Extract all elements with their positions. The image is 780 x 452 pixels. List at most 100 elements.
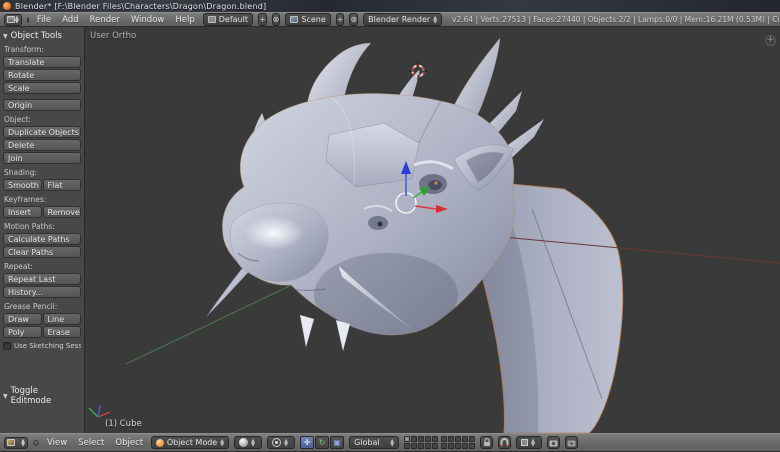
add-screen-layout-button[interactable]: + [258, 13, 267, 26]
dropdown-arrows-icon: ▲▼ [251, 439, 255, 447]
layer-cell[interactable] [455, 443, 461, 449]
rotate-button[interactable]: Rotate [3, 69, 81, 81]
plus-icon: + [767, 35, 775, 45]
smooth-button[interactable]: Smooth [3, 179, 42, 191]
dropdown-arrows-icon: ▲▼ [284, 439, 288, 447]
layer-cell[interactable] [404, 436, 410, 442]
delete-button[interactable]: Delete [3, 139, 81, 151]
dropdown-arrows-icon: ▲▼ [531, 439, 535, 447]
mode-selector[interactable]: Object Mode ▲▼ [151, 436, 229, 449]
insert-keyframe-button[interactable]: Insert [3, 206, 42, 218]
transform-section-label: Transform: [4, 45, 81, 54]
menu-add[interactable]: Add [59, 15, 81, 25]
join-button[interactable]: Join [3, 152, 81, 164]
lock-to-scene-button[interactable] [480, 436, 493, 449]
layer-cell[interactable] [425, 436, 431, 442]
magnet-icon [500, 438, 509, 447]
header-pin-icon[interactable] [33, 440, 39, 446]
scene-statistics: v2.64 | Verts:27513 | Faces:27440 | Obje… [452, 15, 780, 24]
layer-cell[interactable] [411, 443, 417, 449]
screen-layout-selector[interactable]: Default [203, 13, 253, 26]
layer-cell[interactable] [448, 443, 454, 449]
snap-toggle-button[interactable] [498, 436, 511, 449]
flat-button[interactable]: Flat [43, 179, 82, 191]
close-icon: ⊗ [273, 15, 280, 24]
editor-type-button[interactable]: ▲▼ [4, 14, 22, 26]
opengl-render-anim-button[interactable] [565, 436, 578, 449]
opengl-render-button[interactable] [547, 436, 560, 449]
dropdown-arrows-icon: ▲▼ [21, 439, 25, 447]
menu-render[interactable]: Render [87, 15, 123, 25]
mode-value: Object Mode [167, 438, 217, 447]
menu-view[interactable]: View [44, 438, 70, 448]
screen-layout-value: Default [219, 15, 248, 24]
menu-file[interactable]: File [34, 15, 54, 25]
object-tools-panel-header[interactable]: ▼ Object Tools [3, 31, 81, 41]
delete-screen-layout-button[interactable]: ⊗ [272, 13, 281, 26]
menu-select[interactable]: Select [75, 438, 107, 448]
view-name-label: User Ortho [90, 31, 136, 41]
scale-manipulator-toggle[interactable]: ▣ [330, 436, 344, 449]
dropdown-arrows-icon: ▲▼ [220, 439, 224, 447]
layer-cell[interactable] [462, 443, 468, 449]
layer-group-1 [404, 436, 438, 449]
rotate-manipulator-toggle[interactable]: ↻ [315, 436, 329, 449]
layer-cell[interactable] [404, 443, 410, 449]
layer-cell[interactable] [432, 443, 438, 449]
3d-viewport[interactable]: User Ortho (1) Cube + [86, 27, 780, 433]
layer-cell[interactable] [425, 443, 431, 449]
calculate-paths-button[interactable]: Calculate Paths [3, 233, 81, 245]
delete-scene-button[interactable]: ⊗ [349, 13, 358, 26]
toggle-editmode-panel-header[interactable]: ▼ Toggle Editmode [3, 386, 81, 406]
translate-button[interactable]: Translate [3, 56, 81, 68]
solid-shading-icon [239, 438, 248, 447]
header-pin-icon[interactable] [27, 17, 29, 23]
viewport-canvas[interactable] [86, 27, 780, 433]
layer-cell[interactable] [418, 443, 424, 449]
scene-selector[interactable]: Scene [285, 13, 330, 26]
menu-window[interactable]: Window [128, 15, 168, 25]
snap-element-selector[interactable]: ▲▼ [516, 436, 542, 449]
render-engine-selector[interactable]: Blender Render ▲▼ [363, 13, 442, 26]
left-eye [378, 222, 383, 227]
editor-type-button[interactable]: ▲▼ [4, 437, 28, 449]
sketching-sessions-checkbox[interactable] [3, 342, 11, 350]
translate-icon: ✛ [304, 438, 311, 447]
render-engine-value: Blender Render [368, 15, 430, 24]
layer-cell[interactable] [432, 436, 438, 442]
repeat-last-button[interactable]: Repeat Last [3, 273, 81, 285]
menu-help[interactable]: Help [172, 15, 197, 25]
grease-line-button[interactable]: Line [43, 313, 82, 325]
grease-poly-button[interactable]: Poly [3, 326, 42, 338]
blender-window: Blender* [F:\Blender Files\Characters\Dr… [0, 0, 780, 452]
grease-draw-button[interactable]: Draw [3, 313, 42, 325]
layer-cell[interactable] [441, 443, 447, 449]
layer-cell[interactable] [441, 436, 447, 442]
translate-manipulator-toggle[interactable]: ✛ [300, 436, 314, 449]
scale-button[interactable]: Scale [3, 82, 81, 94]
layer-cell[interactable] [462, 436, 468, 442]
layer-cell[interactable] [418, 436, 424, 442]
add-scene-button[interactable]: + [336, 13, 345, 26]
editor-type-icon [7, 16, 15, 23]
layer-cell[interactable] [469, 443, 475, 449]
duplicate-objects-button[interactable]: Duplicate Objects [3, 126, 81, 138]
pivot-point-selector[interactable]: ▲▼ [267, 436, 295, 449]
right-eye [428, 180, 442, 190]
layer-cell[interactable] [469, 436, 475, 442]
mini-axis-gizmo [89, 405, 110, 417]
properties-region-toggle[interactable]: + [765, 35, 776, 46]
manipulator-toggles: ✛ ↻ ▣ [300, 436, 344, 449]
transform-orientation-selector[interactable]: Global ▲▼ [349, 436, 399, 449]
history-button[interactable]: History... [3, 286, 81, 298]
layer-cell[interactable] [448, 436, 454, 442]
viewport-shading-selector[interactable]: ▲▼ [234, 436, 262, 449]
viewport-header: ▲▼ View Select Object Object Mode ▲▼ ▲▼ … [0, 433, 780, 452]
menu-object[interactable]: Object [112, 438, 146, 448]
layer-cell[interactable] [455, 436, 461, 442]
clear-paths-button[interactable]: Clear Paths [3, 246, 81, 258]
remove-keyframe-button[interactable]: Remove [43, 206, 82, 218]
layer-cell[interactable] [411, 436, 417, 442]
grease-erase-button[interactable]: Erase [43, 326, 82, 338]
origin-button[interactable]: Origin [3, 99, 81, 111]
